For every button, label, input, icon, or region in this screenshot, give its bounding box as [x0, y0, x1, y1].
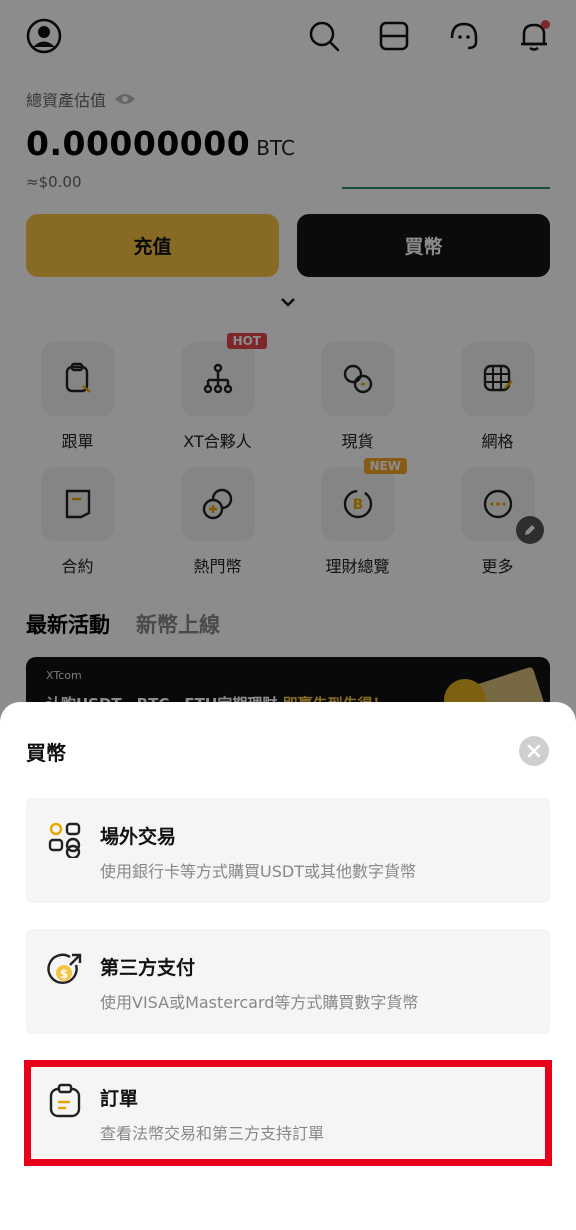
close-button[interactable]: [519, 736, 549, 766]
close-icon: [527, 744, 541, 758]
option-title: 場外交易: [100, 826, 177, 848]
option-desc: 使用VISA或Mastercard等方式購買數字貨幣: [100, 993, 419, 1012]
third-party-pay-icon: $: [47, 953, 82, 985]
sheet-title: 買幣: [26, 741, 66, 765]
otc-option[interactable]: 場外交易 使用銀行卡等方式購買USDT或其他數字貨幣: [26, 798, 550, 903]
highlight-box: [24, 1060, 552, 1166]
buy-sheet: 買幣 場外交易 使用銀行卡等方式購買USDT或其他數字貨幣 $ 第三方支付 使用…: [0, 702, 576, 1230]
third-party-pay-option[interactable]: $ 第三方支付 使用VISA或Mastercard等方式購買數字貨幣: [26, 929, 550, 1034]
option-desc: 使用銀行卡等方式購買USDT或其他數字貨幣: [100, 862, 416, 881]
svg-text:$: $: [60, 967, 68, 981]
option-title: 第三方支付: [100, 957, 196, 979]
otc-icon: [48, 822, 81, 858]
